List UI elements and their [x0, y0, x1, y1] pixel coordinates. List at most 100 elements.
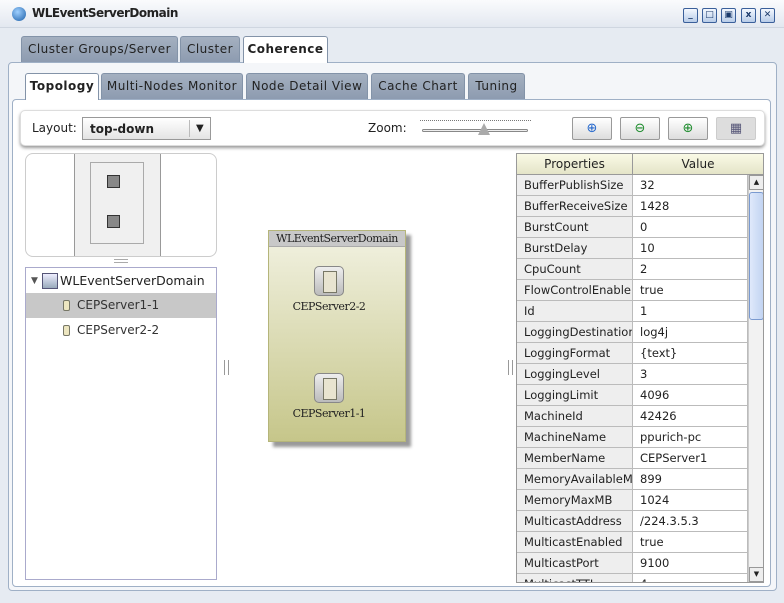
tab-cluster-groups-server[interactable]: Cluster Groups/Server — [21, 36, 178, 62]
property-name[interactable]: LoggingLevel — [517, 364, 633, 385]
fit-to-view-button[interactable]: ⊕ — [572, 117, 612, 140]
maximize-button[interactable]: □ — [702, 8, 717, 23]
property-value[interactable]: CEPServer1 — [633, 448, 748, 469]
overview-node — [107, 215, 120, 228]
property-name[interactable]: LoggingDestination — [517, 322, 633, 343]
property-name[interactable]: MulticastEnabled — [517, 532, 633, 553]
tab-multi-nodes-monitor[interactable]: Multi-Nodes Monitor — [101, 73, 243, 99]
tree-item-label: CEPServer2-2 — [77, 323, 160, 337]
close-all-button[interactable]: x — [741, 8, 756, 23]
tree-panel: ▼ WLEventServerDomain CEPServer1-1 CEPSe… — [25, 267, 217, 580]
tree-root-label: WLEventServerDomain — [60, 273, 205, 288]
zoom-slider-thumb[interactable] — [477, 123, 490, 135]
property-value[interactable]: true — [633, 532, 748, 553]
server-node-icon[interactable] — [314, 266, 344, 296]
overview-panel[interactable] — [25, 153, 217, 257]
property-value[interactable]: ppurich-pc — [633, 427, 748, 448]
domain-icon — [42, 273, 58, 289]
property-value[interactable]: 1024 — [633, 490, 748, 511]
tab-topology[interactable]: Topology — [25, 73, 99, 100]
zoom-slider[interactable] — [420, 117, 531, 137]
grid-icon: ▦ — [729, 121, 743, 136]
property-name[interactable]: BurstCount — [517, 217, 633, 238]
vertical-splitter[interactable] — [224, 360, 229, 375]
property-value[interactable]: log4j — [633, 322, 748, 343]
zoom-out-button[interactable]: ⊖ — [620, 117, 660, 140]
property-value[interactable]: 9100 — [633, 553, 748, 574]
server-icon — [63, 325, 70, 336]
window-title: WLEventServerDomain — [32, 6, 178, 20]
zoom-out-icon: ⊖ — [634, 121, 646, 136]
property-name[interactable]: BufferReceiveSize — [517, 196, 633, 217]
globe-icon — [12, 7, 26, 21]
scroll-down-button[interactable]: ▼ — [749, 567, 763, 582]
property-value[interactable]: 10 — [633, 238, 748, 259]
tab-coherence[interactable]: Coherence — [243, 36, 328, 63]
domain-node-title: WLEventServerDomain — [269, 231, 405, 247]
property-name[interactable]: MemberName — [517, 448, 633, 469]
layout-value: top-down — [90, 122, 155, 136]
property-name[interactable]: BurstDelay — [517, 238, 633, 259]
column-header-value[interactable]: Value — [633, 154, 763, 175]
property-value[interactable]: 1 — [633, 301, 748, 322]
property-value[interactable]: 1428 — [633, 196, 748, 217]
property-name[interactable]: LoggingFormat — [517, 343, 633, 364]
property-value[interactable]: true — [633, 280, 748, 301]
property-name[interactable]: MemoryMaxMB — [517, 490, 633, 511]
fit-icon: ⊕ — [586, 121, 598, 136]
column-header-properties[interactable]: Properties — [517, 154, 633, 175]
property-name[interactable]: MachineName — [517, 427, 633, 448]
layout-select[interactable]: top-down ▼ — [82, 117, 211, 140]
property-name[interactable]: LoggingLimit — [517, 385, 633, 406]
vertical-splitter[interactable] — [508, 360, 513, 375]
layout-label: Layout: — [32, 121, 77, 135]
zoom-in-button[interactable]: ⊕ — [668, 117, 708, 140]
property-value[interactable]: {text} — [633, 343, 748, 364]
title-bar: WLEventServerDomain _ □ ▣ x ✕ — [0, 0, 784, 28]
tree-root[interactable]: ▼ WLEventServerDomain — [26, 269, 216, 293]
property-name[interactable]: BufferPublishSize — [517, 175, 633, 196]
property-value[interactable]: 4096 — [633, 385, 748, 406]
overview-node — [107, 175, 120, 188]
tab-node-detail-view[interactable]: Node Detail View — [246, 73, 368, 99]
property-value[interactable]: 32 — [633, 175, 748, 196]
property-value[interactable]: /224.3.5.3 — [633, 511, 748, 532]
horizontal-splitter[interactable] — [114, 259, 128, 263]
server-icon — [63, 300, 70, 311]
tab-cache-chart[interactable]: Cache Chart — [371, 73, 465, 99]
property-name[interactable]: MulticastPort — [517, 553, 633, 574]
properties-table: Properties Value BufferPublishSize 32 Buff… — [516, 153, 764, 583]
property-value[interactable]: 3 — [633, 364, 748, 385]
server-node-icon[interactable] — [314, 373, 344, 403]
property-name[interactable]: MemoryAvailableMB — [517, 469, 633, 490]
restore-button[interactable]: ▣ — [721, 8, 736, 23]
close-button[interactable]: ✕ — [760, 8, 775, 23]
property-value[interactable]: 899 — [633, 469, 748, 490]
property-name[interactable]: Id — [517, 301, 633, 322]
chevron-down-icon: ▼ — [189, 120, 204, 137]
scrollbar[interactable]: ▲ ▼ — [748, 175, 763, 582]
tree-item-label: CEPServer1-1 — [77, 298, 160, 312]
expand-icon[interactable]: ▼ — [31, 269, 38, 293]
scroll-up-button[interactable]: ▲ — [749, 175, 763, 190]
server-node-label: CEPServer2-2 — [292, 300, 366, 313]
property-name[interactable]: FlowControlEnable — [517, 280, 633, 301]
property-name[interactable]: MachineId — [517, 406, 633, 427]
zoom-label: Zoom: — [368, 121, 407, 135]
property-value[interactable]: 0 — [633, 217, 748, 238]
property-value[interactable]: 2 — [633, 259, 748, 280]
minimize-button[interactable]: _ — [683, 8, 698, 23]
property-name[interactable]: MulticastTTL — [517, 574, 633, 582]
property-name[interactable]: CpuCount — [517, 259, 633, 280]
property-value[interactable]: 4 — [633, 574, 748, 582]
zoom-in-icon: ⊕ — [682, 121, 694, 136]
property-name[interactable]: MulticastAddress — [517, 511, 633, 532]
tab-cluster[interactable]: Cluster — [180, 36, 240, 62]
scrollbar-thumb[interactable] — [749, 192, 763, 320]
grid-toggle-button[interactable]: ▦ — [716, 117, 756, 140]
tree-item-cepserver1-1[interactable]: CEPServer1-1 — [26, 293, 216, 318]
tree-item-cepserver2-2[interactable]: CEPServer2-2 — [26, 318, 216, 342]
tab-tuning[interactable]: Tuning — [468, 73, 525, 99]
domain-node[interactable]: WLEventServerDomain CEPServer2-2 CEPServ… — [268, 230, 406, 442]
property-value[interactable]: 42426 — [633, 406, 748, 427]
